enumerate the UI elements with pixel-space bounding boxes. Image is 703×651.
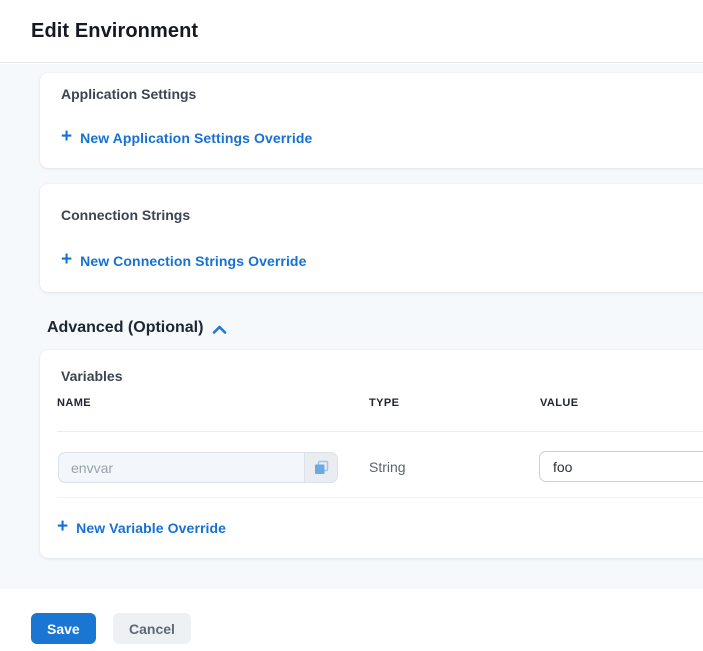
new-connection-strings-override-label: New Connection Strings Override (80, 253, 306, 269)
save-button[interactable]: Save (31, 613, 96, 644)
footer-actions: Save Cancel (0, 589, 703, 651)
table-header-divider (57, 431, 703, 432)
variables-card: Variables NAME TYPE VALUE String + Ne (40, 350, 703, 558)
connection-strings-card: Connection Strings + New Connection Stri… (40, 184, 703, 292)
page-title: Edit Environment (31, 20, 198, 43)
cancel-button[interactable]: Cancel (113, 613, 191, 644)
scroll-content[interactable]: Application Settings + New Application S… (0, 64, 703, 589)
edit-environment-page: Edit Environment Application Settings + … (0, 0, 703, 651)
advanced-section-toggle[interactable]: Advanced (Optional) (47, 319, 227, 337)
advanced-section-label: Advanced (Optional) (47, 319, 203, 337)
chevron-up-icon (212, 325, 227, 334)
variable-type-text: String (369, 459, 406, 475)
copy-icon (314, 460, 329, 475)
table-row-divider (57, 497, 703, 498)
page-header: Edit Environment (0, 0, 703, 63)
plus-icon: + (61, 130, 72, 144)
variable-value-input[interactable] (539, 451, 703, 482)
variable-name-input[interactable] (59, 453, 304, 482)
column-header-type: TYPE (369, 397, 399, 409)
connection-strings-title: Connection Strings (61, 207, 190, 223)
new-variable-override-link[interactable]: + New Variable Override (57, 520, 226, 536)
column-header-name: NAME (57, 397, 91, 409)
application-settings-card: Application Settings + New Application S… (40, 73, 703, 168)
new-connection-strings-override-link[interactable]: + New Connection Strings Override (61, 253, 306, 269)
column-header-value: VALUE (540, 397, 578, 409)
plus-icon: + (57, 520, 68, 534)
variable-name-field (58, 452, 338, 483)
copy-button[interactable] (304, 453, 337, 482)
new-variable-override-label: New Variable Override (76, 520, 226, 536)
application-settings-title: Application Settings (61, 86, 196, 102)
plus-icon: + (61, 253, 72, 267)
new-application-settings-override-label: New Application Settings Override (80, 130, 312, 146)
variables-title: Variables (61, 368, 123, 384)
new-application-settings-override-link[interactable]: + New Application Settings Override (61, 130, 312, 146)
